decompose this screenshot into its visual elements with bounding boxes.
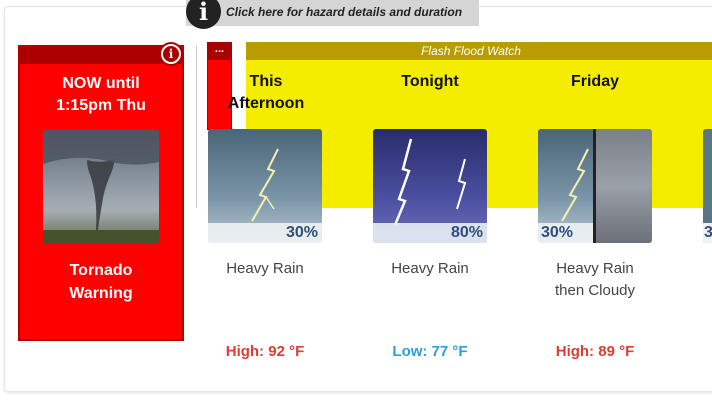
more-hazards-button[interactable]: ... <box>208 43 231 60</box>
pop-label: 80% <box>450 224 483 241</box>
warning-name: Tornado Warning <box>69 262 133 302</box>
tornado-image <box>43 130 159 244</box>
next-period-image-partial[interactable]: 3 <box>703 129 712 243</box>
warning-time: NOW until 1:15pm Thu <box>56 75 146 114</box>
temperature-high: High: 92 °F <box>225 343 305 360</box>
divider <box>196 46 197 208</box>
hazard-details-link[interactable]: Click here for hazard details and durati… <box>226 5 462 19</box>
period-name-tonight: Tonight <box>401 73 459 90</box>
heavy-rain-image[interactable]: 30% <box>208 129 322 243</box>
warning-header-strip <box>20 47 182 64</box>
short-forecast: Heavy Rain <box>226 260 304 277</box>
period-name-friday: Friday <box>570 73 619 90</box>
short-forecast: Heavy Rain then Cloudy <box>554 260 636 299</box>
period-name-this-afternoon: This Afternoon <box>227 73 305 112</box>
temperature-low: Low: 77 °F <box>392 343 468 360</box>
short-forecast: Heavy Rain <box>391 260 469 277</box>
pop-label-partial: 3 <box>704 224 712 241</box>
temperature-high: High: 89 °F <box>555 343 635 360</box>
heavy-rain-night-image[interactable]: 80% <box>373 129 487 243</box>
heavy-rain-then-cloudy-image[interactable]: 30% <box>538 129 652 243</box>
tornado-warning-panel[interactable]: i NOW until 1:15pm Thu Tornado Warning <box>18 42 184 341</box>
flood-watch-header[interactable]: Flash Flood Watch <box>246 42 712 60</box>
warning-info-icon[interactable]: i <box>159 42 183 66</box>
pop-label: 30% <box>285 224 318 241</box>
pop-label: 30% <box>541 224 574 241</box>
